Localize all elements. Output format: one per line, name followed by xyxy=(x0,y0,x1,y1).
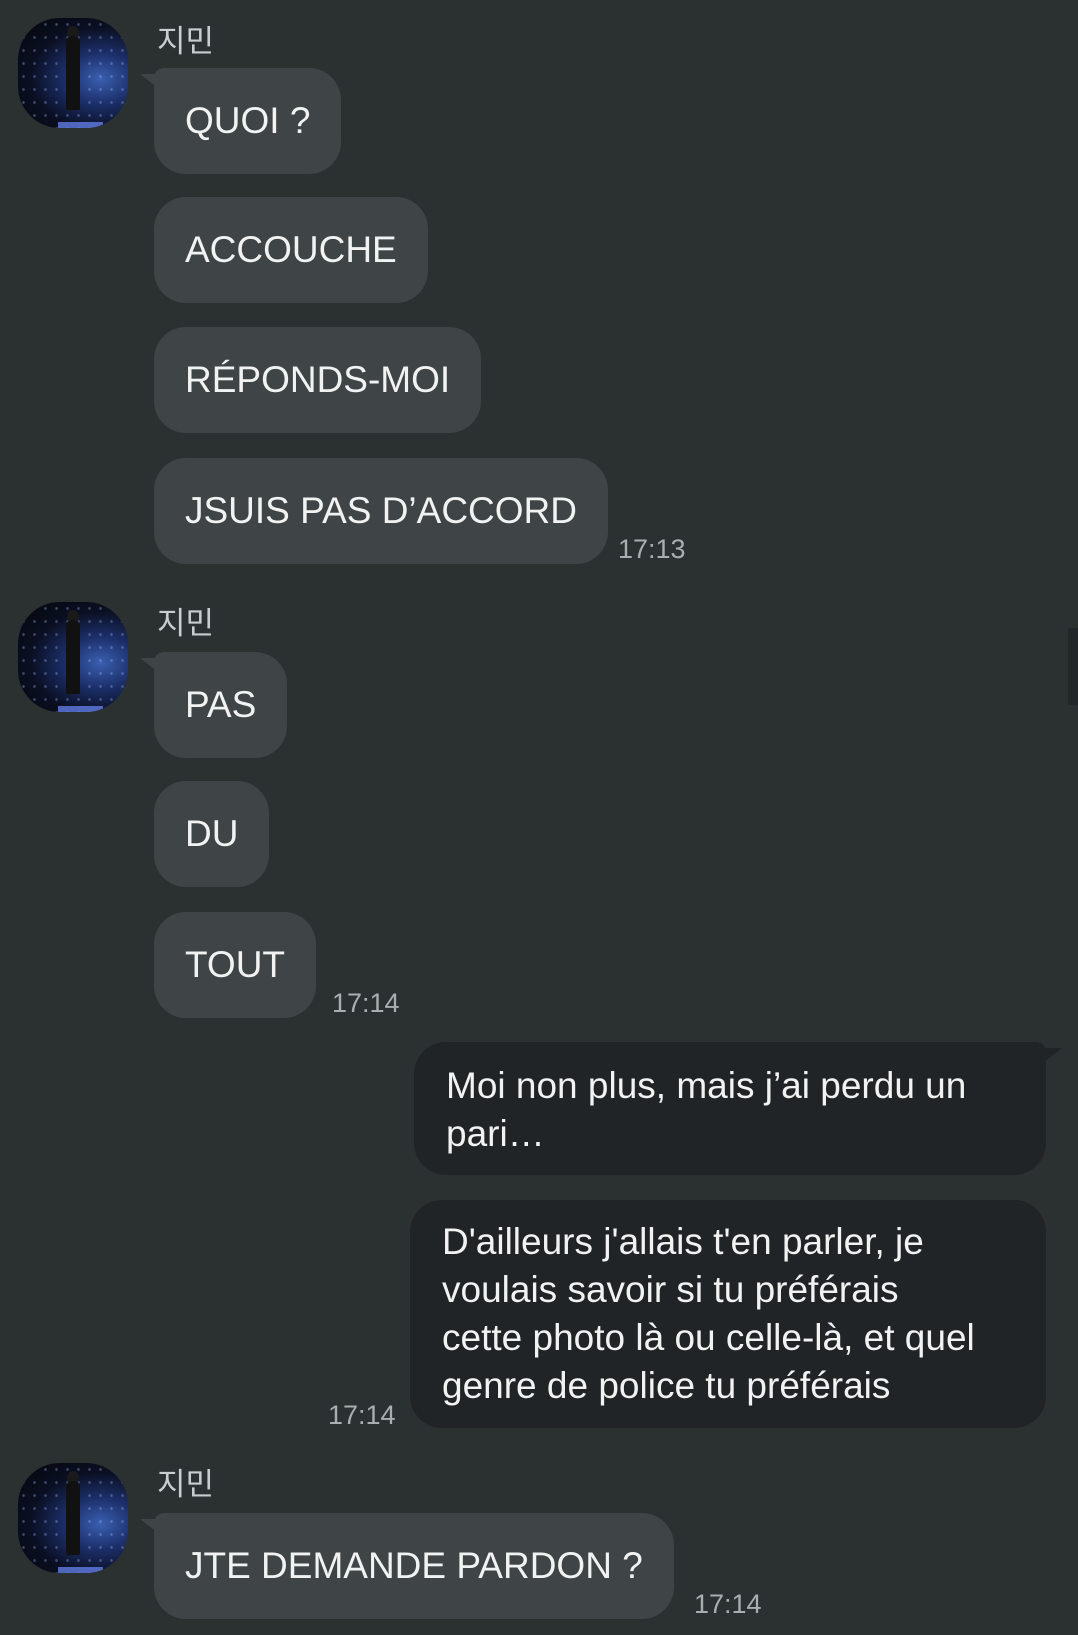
message-text: ACCOUCHE xyxy=(185,229,397,270)
message-text: DU xyxy=(185,813,239,854)
message-bubble[interactable]: RÉPONDS-MOI xyxy=(154,327,482,433)
message-bubble[interactable]: TOUT xyxy=(154,912,317,1018)
message-timestamp: 17:13 xyxy=(618,534,686,564)
contact-name: 지민 xyxy=(157,1467,215,1503)
message-text: JSUIS PAS D’ACCORD xyxy=(185,490,577,531)
message-timestamp: 17:14 xyxy=(332,988,400,1018)
message-line: cette photo là ou celle-là, et quel xyxy=(442,1317,975,1358)
message-text: JTE DEMANDE PARDON ? xyxy=(185,1545,643,1586)
contact-avatar[interactable] xyxy=(18,18,128,128)
message-text: PAS xyxy=(185,684,257,725)
sent-message-bubble[interactable]: D'ailleurs j'allais t'en parler, je voul… xyxy=(410,1200,1046,1428)
message-bubble[interactable]: ACCOUCHE xyxy=(154,197,428,303)
message-timestamp: 17:14 xyxy=(328,1400,396,1430)
message-text: TOUT xyxy=(185,944,286,985)
scrollbar-thumb[interactable] xyxy=(1068,628,1078,705)
contact-avatar[interactable] xyxy=(18,1463,128,1573)
contact-name: 지민 xyxy=(157,606,215,642)
message-text: RÉPONDS-MOI xyxy=(185,359,451,400)
contact-name: 지민 xyxy=(157,24,215,60)
message-line: D'ailleurs j'allais t'en parler, je xyxy=(442,1221,924,1262)
contact-avatar[interactable] xyxy=(18,602,128,712)
message-line: genre de police tu préférais xyxy=(442,1365,891,1406)
message-bubble[interactable]: JTE DEMANDE PARDON ? xyxy=(140,1513,674,1619)
message-line: pari… xyxy=(446,1113,545,1154)
message-bubble[interactable]: QUOI ? xyxy=(139,68,342,174)
sent-message-bubble[interactable]: Moi non plus, mais j’ai perdu un pari… xyxy=(414,1042,1062,1175)
message-line: voulais savoir si tu préférais xyxy=(442,1269,899,1310)
message-bubble[interactable]: PAS xyxy=(139,652,288,758)
message-line: Moi non plus, mais j’ai perdu un xyxy=(446,1065,967,1106)
message-bubble[interactable]: JSUIS PAS D’ACCORD xyxy=(154,458,608,564)
message-text: QUOI ? xyxy=(185,100,311,141)
message-bubble[interactable]: DU xyxy=(154,781,270,887)
message-timestamp: 17:14 xyxy=(694,1589,762,1619)
